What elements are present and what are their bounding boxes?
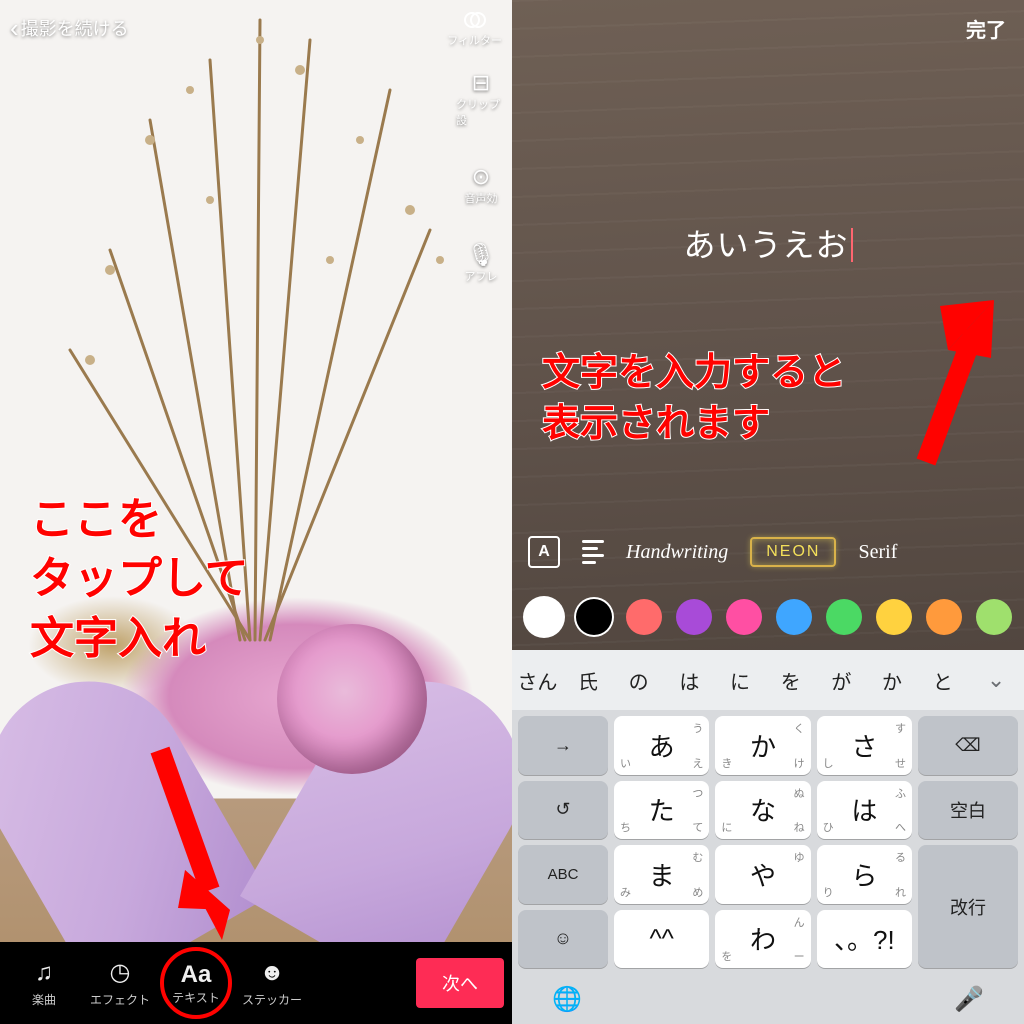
style-neon[interactable]: NEON: [750, 537, 836, 567]
key[interactable]: たつちて: [614, 781, 709, 840]
key[interactable]: ^^: [614, 910, 709, 969]
bottom-toolbar: ♫楽曲 ◷エフェクト Aa テキスト ☻ステッカー 次へ: [0, 942, 512, 1024]
color-swatch[interactable]: [976, 599, 1012, 635]
left-screen: ‹ 撮影を続ける フィルター ⊟クリップ設 ⊙音声効 🎙アフレ ここを タップし…: [0, 0, 512, 1024]
right-arrow-icon: [896, 272, 1006, 472]
left-header: ‹ 撮影を続ける フィルター: [0, 8, 512, 48]
color-swatch[interactable]: [726, 599, 762, 635]
continue-shoot-label[interactable]: 撮影を続ける: [21, 15, 448, 41]
voice-effect-button[interactable]: ⊙音声効: [456, 164, 506, 206]
prediction-bar: さん氏のはにをがかと⌄: [512, 650, 1024, 710]
text-highlight-circle: Aa テキスト: [160, 947, 232, 1019]
music-button[interactable]: ♫楽曲: [8, 959, 80, 1008]
key[interactable]: あういえ: [614, 716, 709, 775]
prediction-item[interactable]: さん: [512, 666, 563, 695]
delete-key[interactable]: ⌫: [918, 716, 1018, 775]
key[interactable]: やゆ: [715, 845, 810, 904]
music-icon: ♫: [35, 959, 53, 987]
voice-icon: ⊙: [472, 164, 490, 190]
keyboard-footer: 🌐 🎤: [512, 974, 1024, 1024]
color-swatch[interactable]: [626, 599, 662, 635]
key[interactable]: 、。?!: [817, 910, 912, 969]
filter-button[interactable]: フィルター: [447, 8, 502, 48]
color-swatch[interactable]: [826, 599, 862, 635]
abc-key[interactable]: ABC: [518, 845, 608, 904]
key[interactable]: まむみめ: [614, 845, 709, 904]
key[interactable]: わんをー: [715, 910, 810, 969]
key[interactable]: かくきけ: [715, 716, 810, 775]
color-swatch-row: [512, 592, 1024, 642]
prediction-item[interactable]: の: [613, 666, 664, 695]
clip-icon: ⊟: [472, 70, 490, 96]
style-serif[interactable]: Serif: [858, 541, 897, 564]
next-button[interactable]: 次へ: [416, 958, 504, 1008]
prediction-item[interactable]: と: [917, 666, 968, 695]
text-cursor: [851, 228, 853, 262]
color-swatch[interactable]: [776, 599, 812, 635]
prediction-item[interactable]: か: [867, 666, 918, 695]
left-annotation: ここを タップして 文字入れ: [30, 490, 249, 668]
pink-flower: [277, 624, 427, 774]
key[interactable]: なぬにね: [715, 781, 810, 840]
text-style-row: A Handwriting NEON Serif: [512, 528, 1024, 576]
right-screen: 完了 あいうえお 文字を入力すると 表示されます A Handwriting N…: [512, 0, 1024, 1024]
prediction-item[interactable]: 氏: [563, 666, 614, 695]
style-handwriting[interactable]: Handwriting: [626, 541, 728, 564]
key[interactable]: らるりれ: [817, 845, 912, 904]
side-toolbar: ⊟クリップ設 ⊙音声効 🎙アフレ: [456, 70, 506, 284]
prediction-item[interactable]: が: [816, 666, 867, 695]
sticker-button[interactable]: ☻ステッカー: [236, 959, 308, 1008]
clock-icon: ◷: [110, 958, 131, 987]
mic-key-icon[interactable]: 🎤: [954, 985, 984, 1014]
key-grid: →あういえかくきけさすしせ⌫ ↺たつちてなぬにねはふひへ空白 ABCまむみめやゆらる…: [512, 710, 1024, 974]
keyboard: さん氏のはにをがかと⌄ →あういえかくきけさすしせ⌫ ↺たつちてなぬにねはふひへ空…: [512, 650, 1024, 1024]
prediction-collapse-icon[interactable]: ⌄: [968, 667, 1024, 693]
color-swatch[interactable]: [676, 599, 712, 635]
smiley-icon: ☻: [259, 959, 284, 987]
space-key[interactable]: 空白: [918, 781, 1018, 840]
color-swatch[interactable]: [876, 599, 912, 635]
key[interactable]: さすしせ: [817, 716, 912, 775]
done-button[interactable]: 完了: [966, 14, 1006, 43]
return-key[interactable]: 改行: [918, 845, 1018, 968]
prediction-item[interactable]: は: [664, 666, 715, 695]
left-arrow-icon: [130, 740, 250, 950]
arrow-key[interactable]: →: [518, 716, 608, 775]
clip-settings-button[interactable]: ⊟クリップ設: [456, 70, 506, 128]
style-background-toggle[interactable]: A: [528, 536, 560, 568]
text-input-display[interactable]: あいうえお: [512, 220, 1024, 266]
emoji-key[interactable]: ☺: [518, 910, 608, 969]
back-chevron-icon[interactable]: ‹: [10, 13, 19, 44]
mic-icon: 🎙: [467, 242, 495, 268]
text-button[interactable]: Aa テキスト: [160, 947, 232, 1019]
color-swatch[interactable]: [576, 599, 612, 635]
globe-icon[interactable]: 🌐: [552, 985, 582, 1014]
afureko-button[interactable]: 🎙アフレ: [456, 242, 506, 284]
right-annotation: 文字を入力すると 表示されます: [542, 348, 846, 451]
prediction-item[interactable]: を: [765, 666, 816, 695]
filter-icon: [463, 8, 487, 32]
key[interactable]: はふひへ: [817, 781, 912, 840]
color-swatch[interactable]: [526, 599, 562, 635]
undo-key[interactable]: ↺: [518, 781, 608, 840]
align-button[interactable]: [582, 540, 604, 564]
prediction-item[interactable]: に: [715, 666, 766, 695]
effect-button[interactable]: ◷エフェクト: [84, 958, 156, 1008]
color-swatch[interactable]: [926, 599, 962, 635]
text-aa-icon: Aa: [181, 961, 212, 989]
